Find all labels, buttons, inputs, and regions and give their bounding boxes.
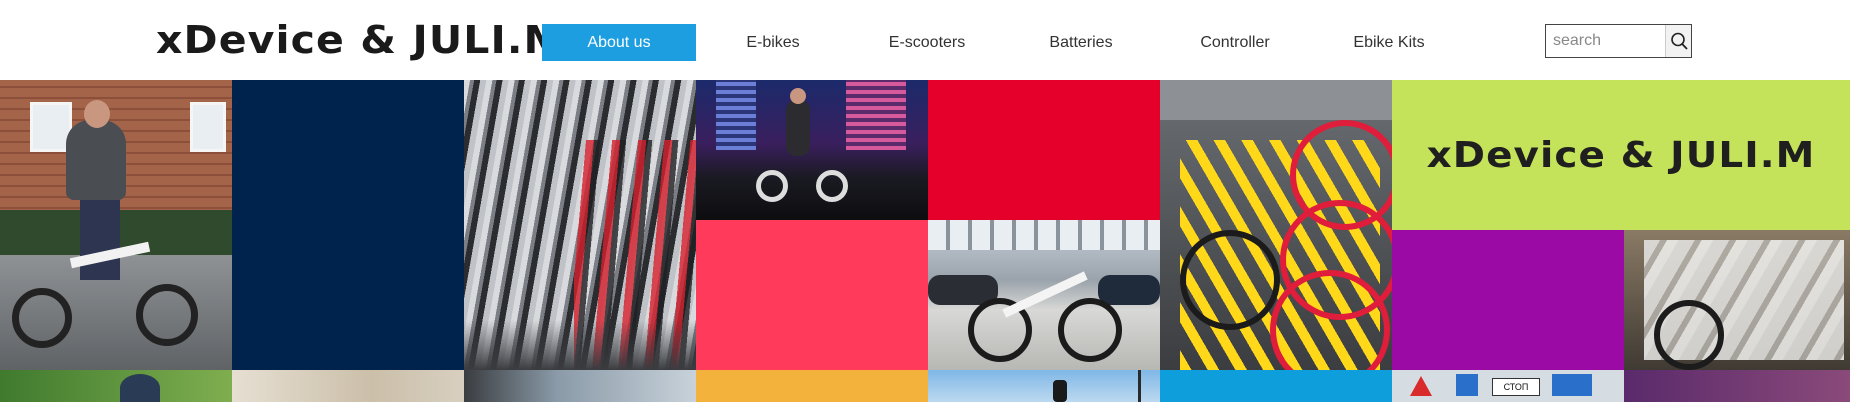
color-tile-blue [1160, 370, 1392, 402]
photo-strip-interior [232, 370, 464, 402]
color-tile-red [928, 80, 1160, 220]
nav-item-e-scooters[interactable]: E-scooters [850, 24, 1004, 61]
photo-woman-night-bike [696, 80, 928, 220]
photo-strip-window [464, 370, 696, 402]
photo-strip-green [0, 370, 232, 402]
photo-strip-purple [1624, 370, 1850, 402]
photo-yellow-bikes-row [1160, 80, 1392, 370]
search-box [1545, 24, 1692, 58]
brand-tile-lime: xDevice & JULI.M [1392, 80, 1850, 230]
nav-item-e-bikes[interactable]: E-bikes [696, 24, 850, 61]
photo-bikes-packaged [1624, 230, 1850, 370]
color-tile-navy [232, 80, 464, 370]
photo-strip-sky [928, 370, 1160, 402]
color-tile-pink [696, 220, 928, 370]
logo-text: xDevice & JULI.M [156, 18, 566, 62]
search-icon [1670, 32, 1688, 50]
brand-tile-logo-text: xDevice & JULI.M [1426, 134, 1816, 176]
nav-item-ebike-kits[interactable]: Ebike Kits [1312, 24, 1466, 61]
road-sign-text: СТОП [1492, 378, 1540, 396]
search-input[interactable] [1546, 26, 1665, 56]
color-tile-orange [696, 370, 928, 402]
nav-item-controller[interactable]: Controller [1158, 24, 1312, 61]
site-header: xDevice & JULI.M About us E-bikes E-scoo… [0, 0, 1850, 80]
photo-scooters-row [464, 80, 696, 370]
color-tile-purple [1392, 230, 1624, 370]
photo-man-riding-ebike [0, 80, 232, 370]
nav-item-about-us[interactable]: About us [542, 24, 696, 61]
main-nav: About us E-bikes E-scooters Batteries Co… [542, 24, 1466, 61]
brand-logo[interactable]: xDevice & JULI.M [156, 18, 564, 62]
photo-folding-bike-showroom [928, 220, 1160, 370]
image-mosaic: xDevice & JULI.M СТОП [0, 80, 1850, 402]
photo-strip-road-signs: СТОП [1392, 370, 1624, 402]
search-button[interactable] [1665, 25, 1691, 57]
nav-item-batteries[interactable]: Batteries [1004, 24, 1158, 61]
